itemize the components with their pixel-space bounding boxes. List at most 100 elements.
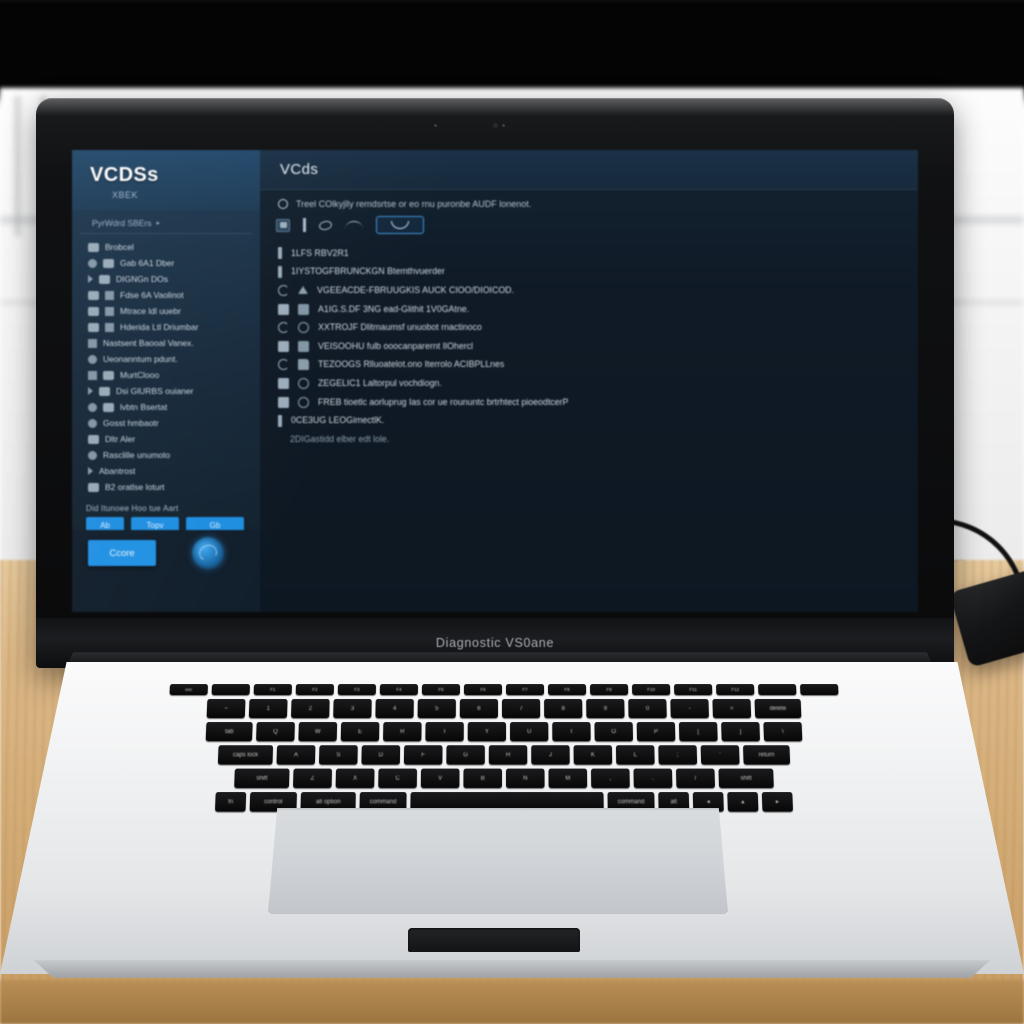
key-7[interactable]: 7 [501, 698, 541, 718]
key-][interactable]: ] [721, 721, 761, 742]
result-row-1[interactable]: 1IYSTOGFBRUNCKGN Btemthvuerder [260, 263, 918, 282]
key-m[interactable]: M [548, 768, 588, 788]
key-z[interactable]: Z [293, 768, 333, 788]
sidebar-item-5[interactable]: Hderida Ltl Driumbar [72, 319, 260, 335]
key-.[interactable]: . [633, 768, 673, 788]
key-,[interactable]: , [591, 768, 630, 788]
key-d[interactable]: D [361, 745, 401, 765]
sidebar-item-4[interactable]: Mtrace ldl uuebr [72, 303, 260, 319]
key-1[interactable]: 1 [248, 698, 288, 718]
key-j[interactable]: J [531, 745, 570, 765]
result-row-2[interactable]: VGEEACDE-FBRUUGKIS AUCK CIOO/DIOICOD. [260, 281, 918, 300]
key-blank-14[interactable] [758, 684, 797, 695]
key-~[interactable]: ~ [206, 698, 246, 718]
key-;[interactable]: ; [658, 745, 698, 765]
key-=[interactable]: = [712, 698, 752, 718]
key-h[interactable]: H [488, 745, 528, 765]
key-f5[interactable]: F5 [421, 684, 460, 695]
sidebar-item-3[interactable]: Fdse 6A Vaolinot [72, 287, 260, 303]
key-f3[interactable]: F3 [337, 684, 376, 695]
key-'[interactable]: ' [700, 745, 740, 765]
sidebar-item-1[interactable]: Gab 6A1 Dber [72, 255, 260, 271]
result-row-7[interactable]: ZEGELIC1 Laltorpul vochdiogn. [260, 374, 918, 393]
probe-icon[interactable] [303, 218, 306, 232]
key-o[interactable]: O [594, 721, 634, 742]
key--[interactable]: - [670, 698, 709, 718]
key-5[interactable]: 5 [417, 698, 456, 718]
key-e[interactable]: E [340, 721, 380, 742]
keyboard[interactable]: esc F1 F2 F3 F4 F5 F6 F7 F8 F9 F10 F11 F12 ~1 2 3 4 5 6 7 8… [89, 684, 918, 812]
key-shift[interactable]: shift [718, 768, 774, 788]
key-[[interactable]: [ [678, 721, 718, 742]
key-w[interactable]: W [298, 721, 338, 742]
key-g[interactable]: G [446, 745, 485, 765]
key-blank-15[interactable] [800, 684, 839, 695]
key-shift[interactable]: shift [234, 768, 290, 788]
loop-icon[interactable] [318, 219, 333, 231]
result-row-0[interactable]: 1LFS RBV2R1 [260, 244, 918, 263]
primary-action-button[interactable]: Ccore [88, 540, 156, 566]
key-p[interactable]: P [636, 721, 676, 742]
key-y[interactable]: Y [467, 721, 507, 742]
key-c[interactable]: C [378, 768, 417, 788]
result-row-6[interactable]: TEZOOGS Rlluoatelot.ono Iterrolo ACIBPLL… [260, 356, 918, 375]
key-f6[interactable]: F6 [463, 684, 502, 695]
key-\[interactable]: \ [763, 721, 803, 742]
key-8[interactable]: 8 [544, 698, 583, 718]
key-f11[interactable]: F11 [674, 684, 713, 695]
key-i[interactable]: I [552, 721, 591, 742]
key-f9[interactable]: F9 [590, 684, 629, 695]
key-▸[interactable]: ▸ [761, 792, 794, 812]
key-v[interactable]: V [420, 768, 460, 788]
key-f4[interactable]: F4 [379, 684, 418, 695]
key-x[interactable]: X [335, 768, 375, 788]
sidebar-item-8[interactable]: MurtClooo [72, 367, 260, 383]
key-fn[interactable]: fn [214, 792, 247, 812]
sidebar-item-15[interactable]: B2 oratlse loturt [72, 479, 260, 495]
result-row-5[interactable]: VEISOOHU fulb ooocanparernt IlOhercl [260, 337, 918, 356]
sidebar-item-13[interactable]: Rasclille unumoto [72, 447, 260, 463]
result-row-9[interactable]: 0CE3UG LEOGimectlK. [260, 411, 918, 430]
key-9[interactable]: 9 [586, 698, 625, 718]
key-r[interactable]: R [383, 721, 422, 742]
key-t[interactable]: T [425, 721, 464, 742]
key-esc[interactable]: esc [169, 684, 208, 695]
key-f[interactable]: F [403, 745, 443, 765]
key-4[interactable]: 4 [375, 698, 414, 718]
key-f8[interactable]: F8 [548, 684, 587, 695]
key-2[interactable]: 2 [291, 698, 330, 718]
key-caps-lock[interactable]: caps lock [217, 745, 274, 765]
key-f12[interactable]: F12 [716, 684, 755, 695]
key-k[interactable]: K [573, 745, 613, 765]
sidebar-item-2[interactable]: DIGNGn DOs [72, 271, 260, 287]
key-blank-1[interactable] [211, 684, 250, 695]
result-row-3[interactable]: A1IG.S.DF 3NG ead-Glithit 1V0GAtne. [260, 300, 918, 319]
sidebar-item-9[interactable]: Dsi GlURBS ouianer [72, 383, 260, 399]
key-3[interactable]: 3 [333, 698, 372, 718]
scan-icon-button[interactable] [376, 216, 424, 234]
key-f10[interactable]: F10 [632, 684, 671, 695]
screen-icon[interactable] [276, 218, 290, 232]
result-row-4[interactable]: XXTROJF Dlitmaumsf unuobot rnactinoco [260, 318, 918, 337]
key-l[interactable]: L [615, 745, 655, 765]
sidebar-item-10[interactable]: lvbtn Bsertat [72, 399, 260, 415]
key-n[interactable]: N [506, 768, 545, 788]
key-▴[interactable]: ▴ [727, 792, 759, 812]
sidebar-item-6[interactable]: Nastsent Baooal Vanex. [72, 335, 260, 351]
sidebar-item-14[interactable]: Abantrost [72, 463, 260, 479]
key-q[interactable]: Q [256, 721, 295, 742]
key-a[interactable]: A [276, 745, 316, 765]
wave-icon[interactable] [345, 221, 363, 229]
key-f1[interactable]: F1 [253, 684, 292, 695]
key-delete[interactable]: delete [754, 698, 802, 718]
result-row-8[interactable]: FREB tioetlc aorluprug Ias cor ue rounun… [260, 393, 918, 412]
sidebar-item-11[interactable]: Gosst hmbaotr [72, 415, 260, 431]
trackpad[interactable] [268, 808, 728, 914]
sidebar-item-12[interactable]: Dltr Aler [72, 431, 260, 447]
key-f2[interactable]: F2 [295, 684, 334, 695]
sidebar-item-7[interactable]: Ueonanntum pdunt. [72, 351, 260, 367]
key-0[interactable]: 0 [628, 698, 667, 718]
key-6[interactable]: 6 [459, 698, 498, 718]
key-b[interactable]: B [463, 768, 502, 788]
key-tab[interactable]: tab [205, 721, 253, 742]
